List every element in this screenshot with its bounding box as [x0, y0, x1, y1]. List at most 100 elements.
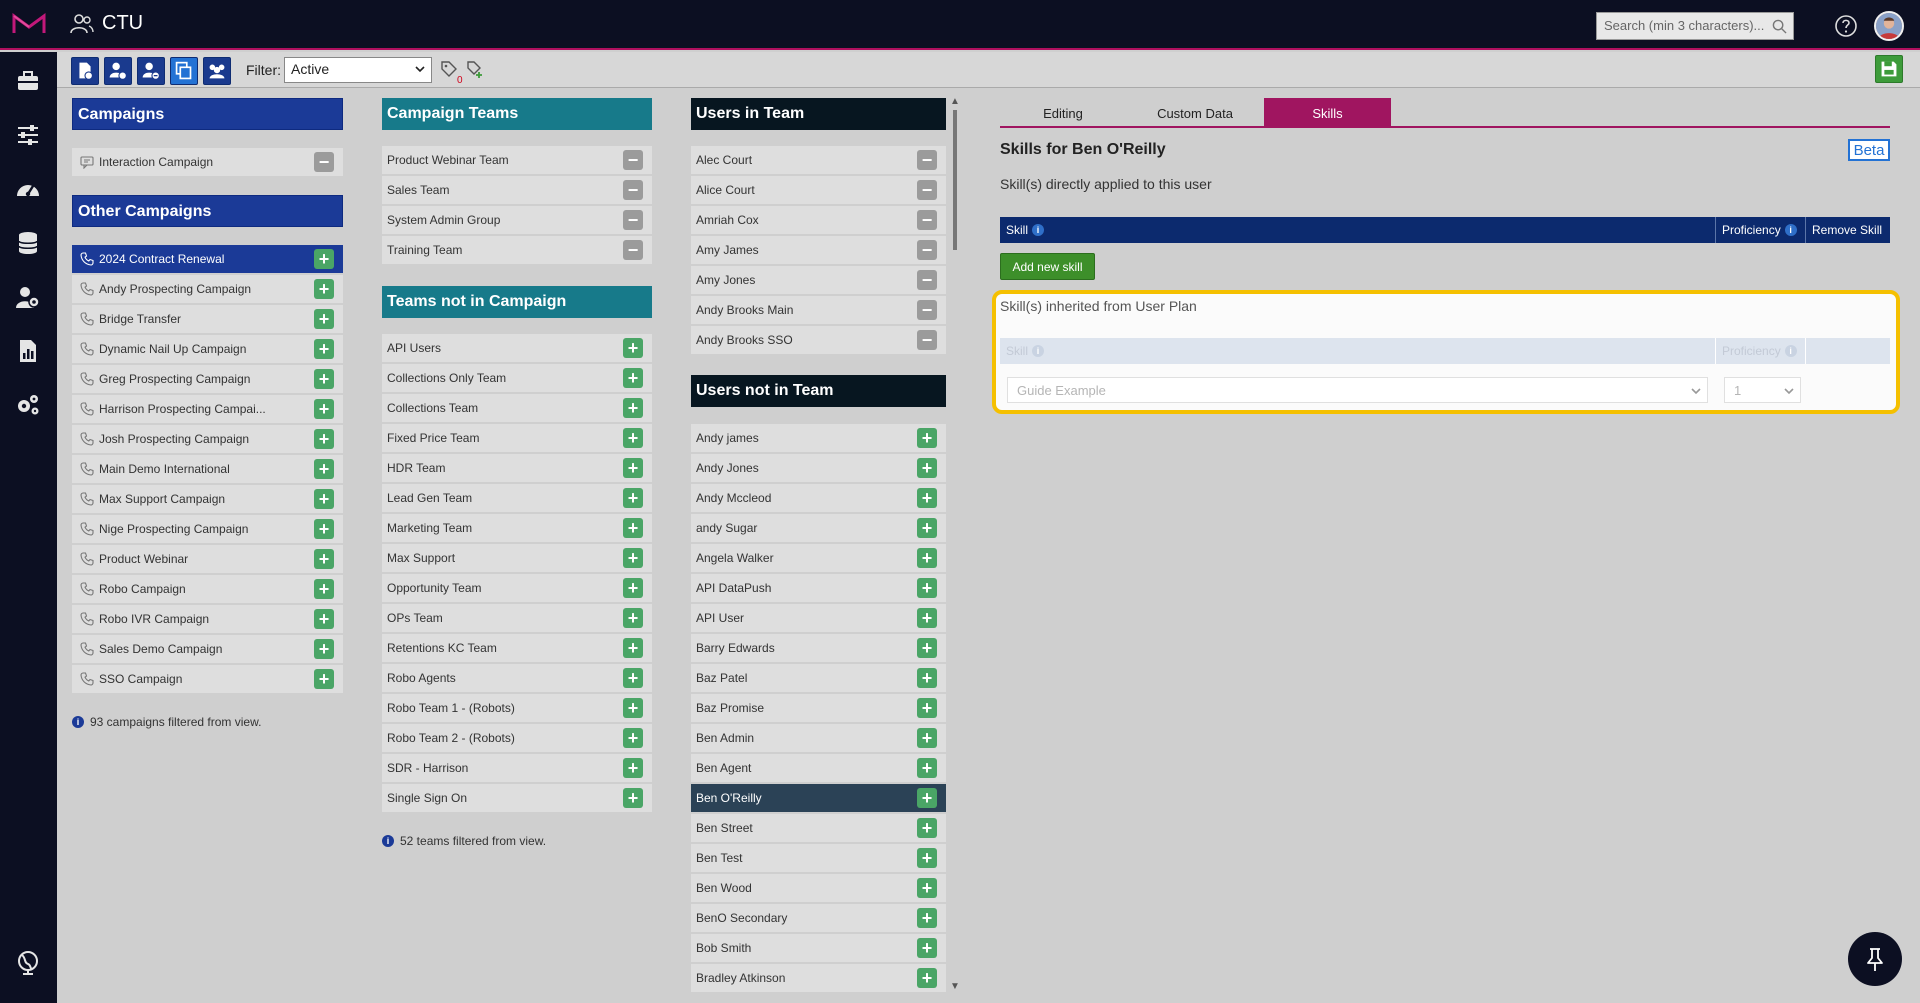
tag-icon[interactable] — [440, 60, 458, 78]
other-campaign-row[interactable]: Bridge Transfer + — [72, 305, 343, 333]
add-button[interactable]: + — [314, 519, 334, 539]
add-button[interactable]: + — [623, 698, 643, 718]
team-row[interactable]: SDR - Harrison + — [382, 754, 652, 782]
user-row[interactable]: Andy Mccleod + — [691, 484, 946, 512]
campaign-team-row[interactable]: Sales Team − — [382, 176, 652, 204]
add-button[interactable]: + — [623, 458, 643, 478]
user-row[interactable]: Barry Edwards + — [691, 634, 946, 662]
user-settings-icon[interactable] — [15, 284, 41, 310]
add-button[interactable]: + — [917, 878, 937, 898]
remove-button[interactable]: − — [917, 150, 937, 170]
add-button[interactable]: + — [314, 279, 334, 299]
team-row[interactable]: Collections Team + — [382, 394, 652, 422]
other-campaign-row[interactable]: Andy Prospecting Campaign + — [72, 275, 343, 303]
database-icon[interactable] — [15, 230, 41, 256]
add-button[interactable]: + — [623, 488, 643, 508]
team-row[interactable]: Lead Gen Team + — [382, 484, 652, 512]
remove-button[interactable]: − — [917, 180, 937, 200]
remove-button[interactable]: − — [917, 270, 937, 290]
campaign-team-row[interactable]: System Admin Group − — [382, 206, 652, 234]
add-button[interactable]: + — [314, 309, 334, 329]
other-campaign-row[interactable]: Main Demo International + — [72, 455, 343, 483]
add-button[interactable]: + — [917, 668, 937, 688]
team-row[interactable]: Robo Agents + — [382, 664, 652, 692]
other-campaign-row[interactable]: Product Webinar + — [72, 545, 343, 573]
add-button[interactable]: + — [623, 668, 643, 688]
other-campaign-row[interactable]: Robo Campaign + — [72, 575, 343, 603]
add-button[interactable]: + — [314, 339, 334, 359]
other-campaign-row[interactable]: Max Support Campaign + — [72, 485, 343, 513]
user-row[interactable]: Ben Street + — [691, 814, 946, 842]
user-row[interactable]: Ben Wood + — [691, 874, 946, 902]
copy-button[interactable] — [170, 57, 198, 85]
team-row[interactable]: Max Support + — [382, 544, 652, 572]
campaign-team-row[interactable]: Training Team − — [382, 236, 652, 264]
campaign-row[interactable]: Interaction Campaign − — [72, 148, 343, 176]
other-campaign-row[interactable]: Josh Prospecting Campaign + — [72, 425, 343, 453]
add-button[interactable]: + — [623, 338, 643, 358]
add-button[interactable]: + — [917, 518, 937, 538]
add-button[interactable]: + — [623, 758, 643, 778]
remove-button[interactable]: − — [314, 152, 334, 172]
user-row[interactable]: API DataPush + — [691, 574, 946, 602]
tab-custom-data[interactable]: Custom Data — [1126, 98, 1264, 128]
user-row[interactable]: andy Sugar + — [691, 514, 946, 542]
pin-button[interactable] — [1848, 932, 1902, 986]
add-button[interactable]: + — [917, 698, 937, 718]
user-row[interactable]: Bradley Atkinson + — [691, 964, 946, 992]
add-button[interactable]: + — [314, 429, 334, 449]
add-button[interactable]: + — [623, 368, 643, 388]
briefcase-icon[interactable] — [15, 68, 41, 94]
users-scrollbar[interactable]: ▲ ▼ — [950, 96, 960, 992]
remove-button[interactable]: − — [917, 210, 937, 230]
add-button[interactable]: + — [917, 758, 937, 778]
filter-select[interactable]: Active — [284, 57, 432, 83]
user-in-team-row[interactable]: Andy Brooks Main − — [691, 296, 946, 324]
add-button[interactable]: + — [623, 398, 643, 418]
search-icon[interactable] — [1772, 19, 1787, 34]
team-row[interactable]: OPs Team + — [382, 604, 652, 632]
add-button[interactable]: + — [314, 609, 334, 629]
user-remove-button[interactable] — [137, 57, 165, 85]
user-in-team-row[interactable]: Alice Court − — [691, 176, 946, 204]
add-button[interactable]: + — [917, 488, 937, 508]
add-button[interactable]: + — [623, 548, 643, 568]
team-row[interactable]: Single Sign On + — [382, 784, 652, 812]
add-button[interactable]: + — [917, 428, 937, 448]
team-row[interactable]: API Users + — [382, 334, 652, 362]
add-button[interactable]: + — [623, 728, 643, 748]
other-campaign-row[interactable]: 2024 Contract Renewal + — [72, 245, 343, 273]
team-row[interactable]: HDR Team + — [382, 454, 652, 482]
user-in-team-row[interactable]: Amriah Cox − — [691, 206, 946, 234]
user-row[interactable]: Bob Smith + — [691, 934, 946, 962]
add-button[interactable]: + — [314, 489, 334, 509]
add-button[interactable]: + — [917, 458, 937, 478]
info-icon[interactable]: i — [1032, 224, 1045, 236]
user-settings-button[interactable] — [104, 57, 132, 85]
add-button[interactable]: + — [623, 518, 643, 538]
user-in-team-row[interactable]: Amy James − — [691, 236, 946, 264]
other-campaign-row[interactable]: Sales Demo Campaign + — [72, 635, 343, 663]
user-in-team-row[interactable]: Alec Court − — [691, 146, 946, 174]
add-button[interactable]: + — [917, 728, 937, 748]
other-campaign-row[interactable]: Robo IVR Campaign + — [72, 605, 343, 633]
user-row[interactable]: Ben O'Reilly + — [691, 784, 946, 812]
add-button[interactable]: + — [917, 968, 937, 988]
remove-button[interactable]: − — [917, 330, 937, 350]
scroll-down-icon[interactable]: ▼ — [950, 981, 960, 992]
globe-icon[interactable] — [15, 950, 41, 976]
user-row[interactable]: Baz Patel + — [691, 664, 946, 692]
user-row[interactable]: BenO Secondary + — [691, 904, 946, 932]
other-campaign-row[interactable]: Greg Prospecting Campaign + — [72, 365, 343, 393]
user-row[interactable]: Angela Walker + — [691, 544, 946, 572]
new-document-button[interactable] — [71, 57, 99, 85]
add-button[interactable]: + — [314, 369, 334, 389]
add-button[interactable]: + — [917, 908, 937, 928]
scroll-up-icon[interactable]: ▲ — [950, 96, 960, 107]
remove-button[interactable]: − — [917, 300, 937, 320]
add-button[interactable]: + — [314, 399, 334, 419]
team-row[interactable]: Robo Team 2 - (Robots) + — [382, 724, 652, 752]
gears-icon[interactable] — [15, 392, 41, 418]
team-row[interactable]: Opportunity Team + — [382, 574, 652, 602]
team-row[interactable]: Marketing Team + — [382, 514, 652, 542]
